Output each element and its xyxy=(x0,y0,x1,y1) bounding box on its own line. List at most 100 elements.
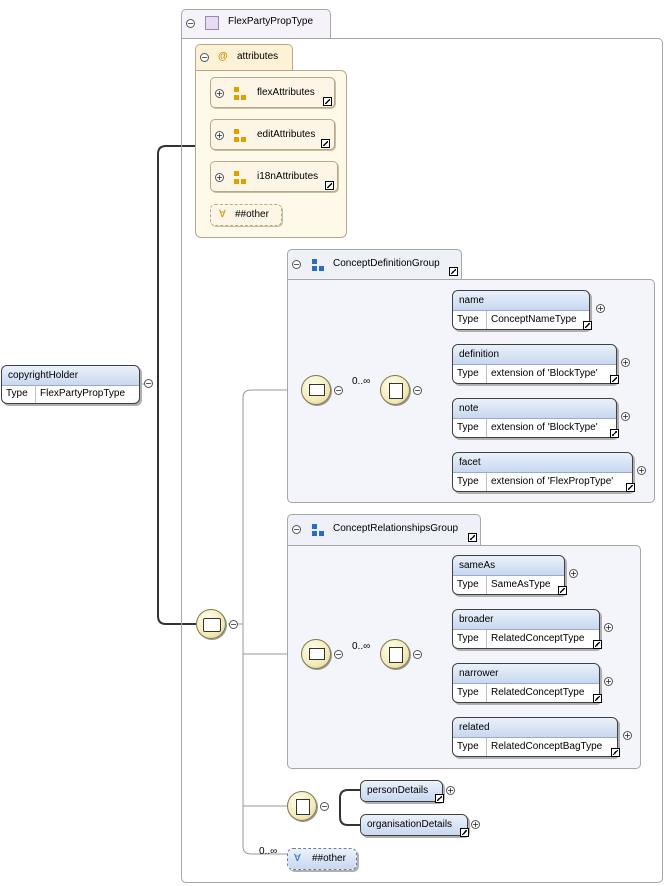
expand-icon[interactable]: + xyxy=(446,786,455,795)
group-icon-part xyxy=(319,266,324,271)
collapse-icon[interactable]: − xyxy=(186,19,195,28)
type-label: Type xyxy=(453,311,487,329)
element-note[interactable]: note Type extension of 'BlockType' xyxy=(452,398,619,438)
link-arrow-icon[interactable] xyxy=(583,321,592,330)
expand-icon[interactable]: + xyxy=(596,304,605,313)
expand-icon[interactable]: + xyxy=(604,677,613,686)
attribute-group-editattributes[interactable]: + editAttributes xyxy=(210,119,335,150)
link-arrow-icon[interactable] xyxy=(321,139,330,148)
element-title: note xyxy=(453,399,616,419)
expand-icon[interactable]: + xyxy=(215,89,224,98)
attribute-group-icon-part xyxy=(241,137,246,142)
attribute-group-icon-part xyxy=(234,179,239,184)
type-value: extension of 'BlockType' xyxy=(491,368,598,379)
any-element-body: ∀ ##other xyxy=(288,849,356,869)
complex-type-tab: − FlexPartyPropType xyxy=(181,9,331,39)
collapse-icon[interactable]: − xyxy=(200,53,209,62)
group-title: ConceptDefinitionGroup xyxy=(333,258,440,269)
element-sameas[interactable]: sameAs Type SameAsType xyxy=(452,555,567,595)
group-tab-conceptdefinitiongroup: − ConceptDefinitionGroup xyxy=(287,249,462,280)
type-value: SameAsType xyxy=(491,579,551,590)
element-title: definition xyxy=(453,345,616,365)
element-title: personDetails xyxy=(361,781,442,801)
expand-icon[interactable]: + xyxy=(637,466,646,475)
collapse-icon[interactable]: − xyxy=(334,650,343,659)
group-ref-icon xyxy=(309,648,325,660)
any-attribute[interactable]: ∀ ##other xyxy=(210,204,282,226)
link-arrow-icon[interactable] xyxy=(593,694,602,703)
group-title: ConceptRelationshipsGroup xyxy=(333,523,459,534)
element-title: related xyxy=(453,718,617,738)
attribute-group-icon-part xyxy=(234,95,239,100)
expand-icon[interactable]: + xyxy=(569,569,578,578)
link-arrow-icon[interactable] xyxy=(611,748,620,757)
type-label: Type xyxy=(453,473,487,491)
attribute-group-name: editAttributes xyxy=(257,129,316,140)
link-arrow-icon[interactable] xyxy=(449,267,458,276)
type-label: Type xyxy=(453,738,487,756)
link-arrow-icon[interactable] xyxy=(610,429,619,438)
expand-icon[interactable]: + xyxy=(215,173,224,182)
element-persondetails[interactable]: personDetails xyxy=(360,780,444,803)
sequence-icon xyxy=(203,618,221,632)
element-related[interactable]: related Type RelatedConceptBagType xyxy=(452,717,620,757)
element-narrower[interactable]: narrower Type RelatedConceptType xyxy=(452,663,602,703)
any-element-label: ##other xyxy=(312,853,346,864)
element-name[interactable]: name Type ConceptNameType xyxy=(452,290,592,330)
expand-icon[interactable]: + xyxy=(215,131,224,140)
attribute-group-name: flexAttributes xyxy=(257,87,315,98)
collapse-icon[interactable]: − xyxy=(413,386,422,395)
expand-icon[interactable]: + xyxy=(621,358,630,367)
expand-icon[interactable]: + xyxy=(621,412,630,421)
expand-icon[interactable]: + xyxy=(623,731,632,740)
attribute-group-icon-part xyxy=(241,95,246,100)
element-name: copyrightHolder xyxy=(2,366,139,386)
link-arrow-icon[interactable] xyxy=(468,533,477,542)
attribute-group-flexattributes[interactable]: + flexAttributes xyxy=(210,77,335,108)
type-value: FlexPartyPropType xyxy=(40,388,126,399)
element-facet[interactable]: facet Type extension of 'FlexPropType' xyxy=(452,452,635,492)
type-value: ConceptNameType xyxy=(491,314,577,325)
collapse-icon[interactable]: − xyxy=(320,802,329,811)
collapse-icon[interactable]: − xyxy=(292,525,301,534)
element-title: narrower xyxy=(453,664,599,684)
expand-icon[interactable]: + xyxy=(471,820,480,829)
collapse-icon[interactable]: − xyxy=(334,386,343,395)
element-title: broader xyxy=(453,610,599,630)
collapse-icon[interactable]: − xyxy=(413,650,422,659)
collapse-icon[interactable]: − xyxy=(292,260,301,269)
type-label: Type xyxy=(453,684,487,702)
link-arrow-icon[interactable] xyxy=(626,483,635,492)
sequence-icon xyxy=(389,647,403,663)
element-organisationdetails[interactable]: organisationDetails xyxy=(360,814,469,837)
link-arrow-icon[interactable] xyxy=(460,828,469,837)
attributes-tab: − @ attributes xyxy=(195,44,293,72)
any-icon: ∀ xyxy=(294,853,301,864)
element-definition[interactable]: definition Type extension of 'BlockType' xyxy=(452,344,619,384)
type-value: RelatedConceptType xyxy=(491,633,585,644)
collapse-icon[interactable]: − xyxy=(144,379,153,388)
link-arrow-icon[interactable] xyxy=(323,97,332,106)
type-label: Type xyxy=(2,385,36,403)
attribute-group-icon xyxy=(234,129,239,134)
link-arrow-icon[interactable] xyxy=(558,586,567,595)
type-label: Type xyxy=(453,576,487,594)
element-broader[interactable]: broader Type RelatedConceptType xyxy=(452,609,602,649)
attributes-title: attributes xyxy=(237,51,279,62)
link-arrow-icon[interactable] xyxy=(435,794,444,803)
any-element[interactable]: ∀ ##other xyxy=(287,848,357,870)
attribute-group-name: i18nAttributes xyxy=(257,171,319,182)
root-element-copyrightholder[interactable]: copyrightHolder Type FlexPartyPropType xyxy=(1,365,140,404)
expand-icon[interactable]: + xyxy=(604,623,613,632)
group-ref-icon xyxy=(309,384,325,396)
attribute-group-i18nattributes[interactable]: + i18nAttributes xyxy=(210,161,338,192)
any-icon: ∀ xyxy=(219,209,226,220)
collapse-icon[interactable]: − xyxy=(229,620,238,629)
type-value: RelatedConceptBagType xyxy=(491,741,603,752)
link-arrow-icon[interactable] xyxy=(610,375,619,384)
attribute-group-icon xyxy=(234,87,239,92)
complex-type-name: FlexPartyPropType xyxy=(228,16,314,27)
link-arrow-icon[interactable] xyxy=(593,640,602,649)
element-title: name xyxy=(453,291,589,311)
link-arrow-icon[interactable] xyxy=(325,181,334,190)
